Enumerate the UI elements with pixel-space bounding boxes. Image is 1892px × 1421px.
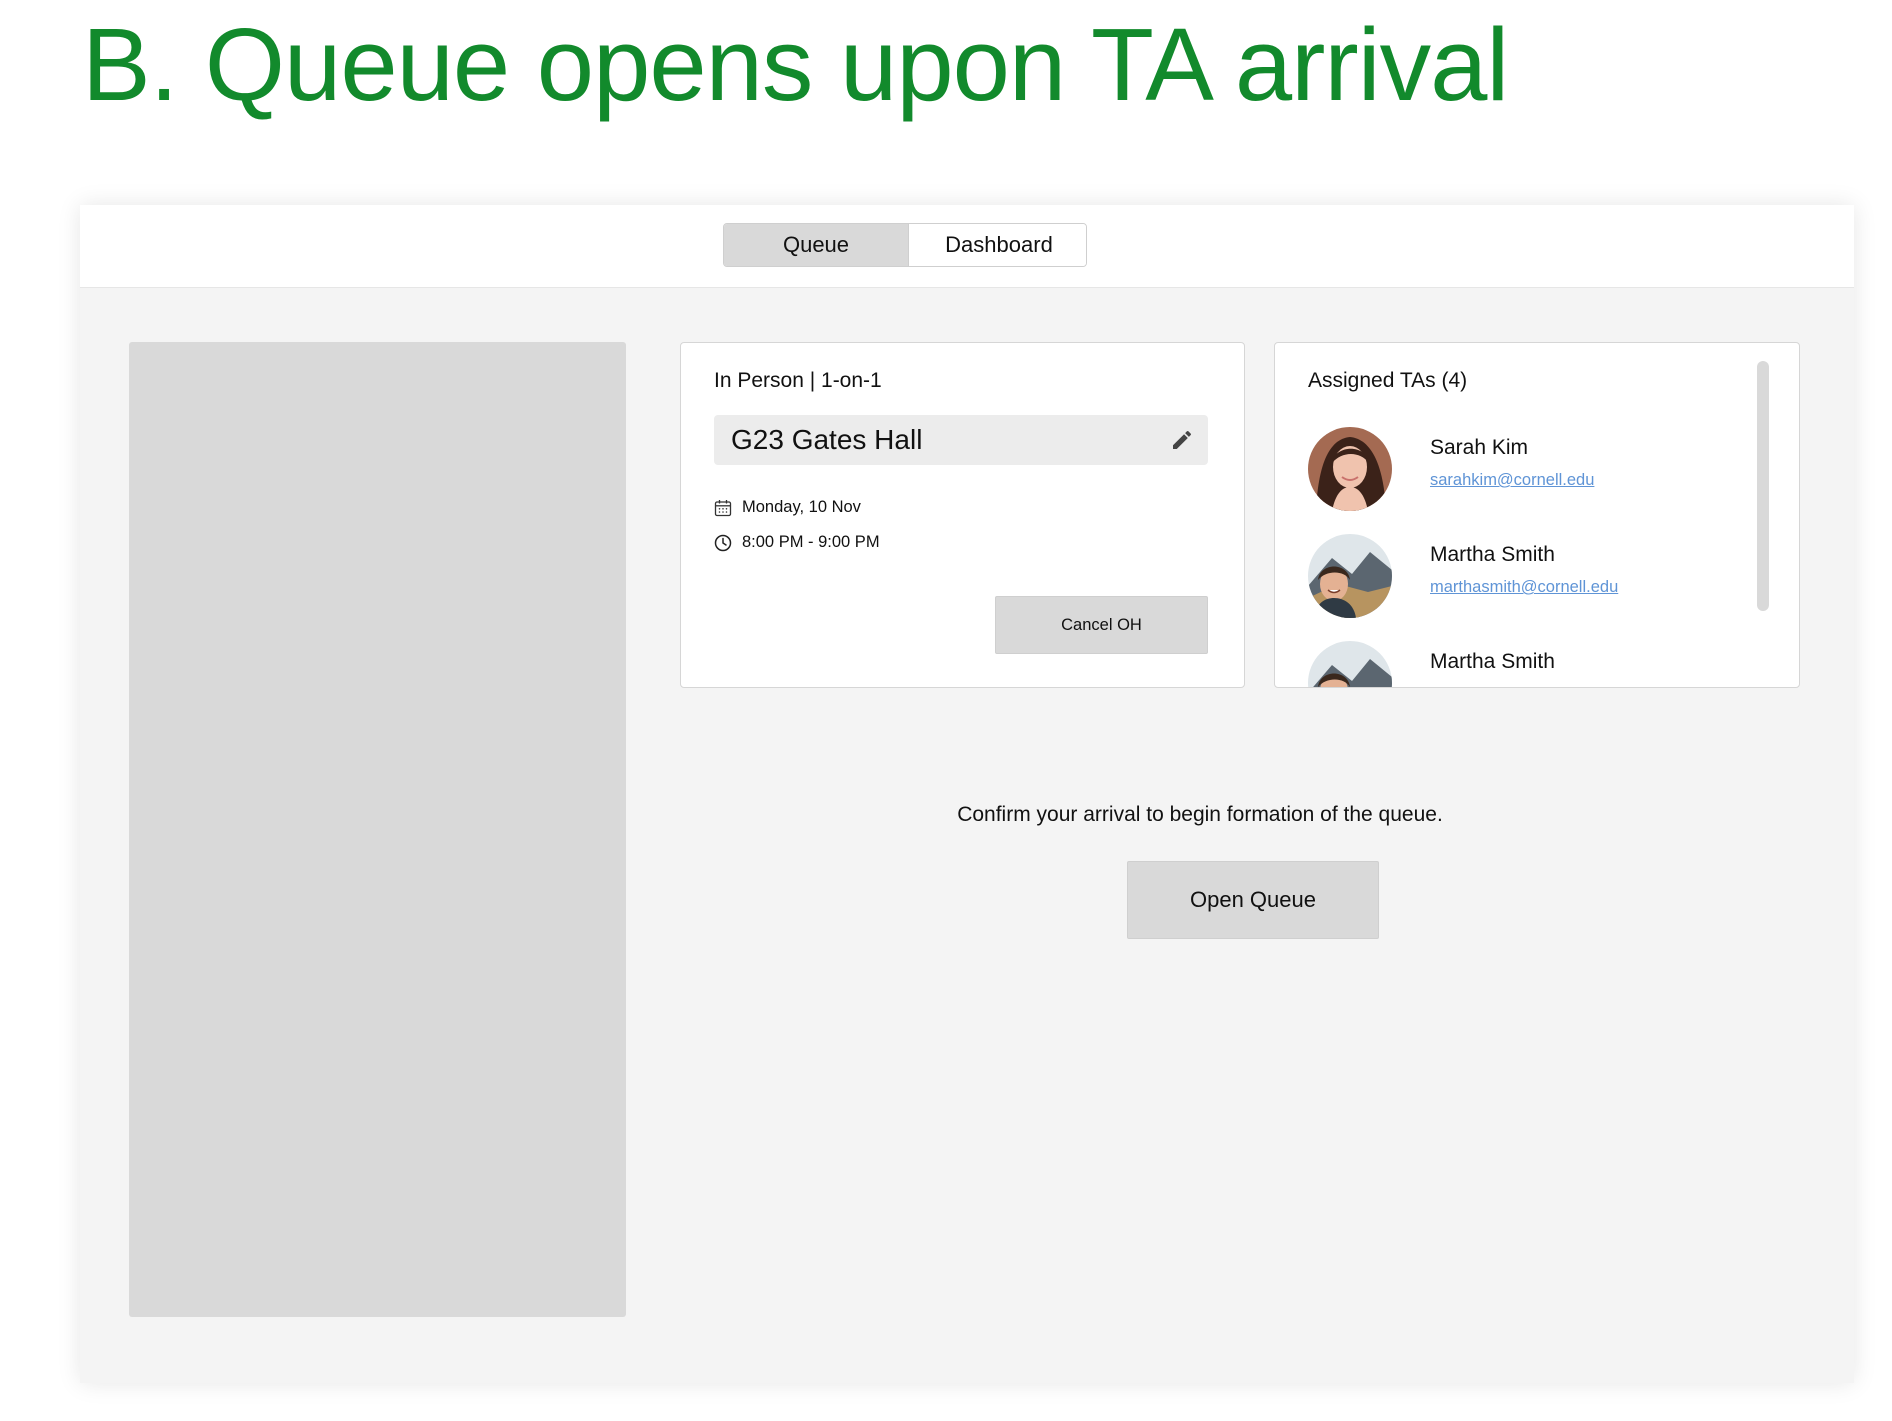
ta-name: Martha Smith (1430, 543, 1555, 566)
ta-email-link[interactable]: marthasmith@cornell.edu (1430, 578, 1618, 597)
app-frame: Queue Dashboard In Person | 1-on-1 G23 G… (80, 205, 1854, 1383)
cancel-oh-button[interactable]: Cancel OH (995, 596, 1208, 654)
calendar-icon (714, 499, 732, 517)
ta-name: Martha Smith (1430, 650, 1555, 673)
avatar (1308, 641, 1392, 687)
ta-list: Sarah Kim sarahkim@cornell.edu Martha Sm… (1308, 427, 1728, 687)
oh-date-row: Monday, 10 Nov (714, 498, 861, 517)
office-hours-card: In Person | 1-on-1 G23 Gates Hall Monday… (680, 342, 1245, 688)
ta-list-scrollbar[interactable] (1757, 361, 1769, 611)
oh-time-row: 8:00 PM - 9:00 PM (714, 533, 880, 552)
top-bar: Queue Dashboard (80, 205, 1854, 288)
confirm-arrival-message: Confirm your arrival to begin formation … (957, 803, 1443, 826)
page: B. Queue opens upon TA arrival Queue Das… (0, 0, 1892, 1421)
oh-date: Monday, 10 Nov (742, 498, 861, 516)
clock-icon (714, 534, 732, 552)
slide-heading: B. Queue opens upon TA arrival (82, 7, 1509, 122)
queue-list-placeholder (129, 342, 626, 1317)
location-value: G23 Gates Hall (731, 424, 923, 455)
oh-time: 8:00 PM - 9:00 PM (742, 533, 880, 551)
ta-email-link[interactable]: sarahkim@cornell.edu (1430, 471, 1594, 490)
tab-queue[interactable]: Queue (724, 224, 908, 266)
ta-item: Martha Smith (1308, 641, 1728, 687)
location-field[interactable]: G23 Gates Hall (714, 415, 1208, 465)
assigned-tas-card: Assigned TAs (4) Sarah Kim sarahkim@corn… (1274, 342, 1800, 688)
ta-name: Sarah Kim (1430, 436, 1529, 459)
assigned-tas-title: Assigned TAs (4) (1308, 369, 1468, 392)
avatar (1308, 534, 1392, 618)
pencil-icon[interactable] (1170, 428, 1194, 452)
open-queue-button[interactable]: Open Queue (1127, 861, 1379, 939)
ta-item: Sarah Kim sarahkim@cornell.edu (1308, 427, 1728, 534)
ta-item: Martha Smith marthasmith@cornell.edu (1308, 534, 1728, 641)
tab-dashboard[interactable]: Dashboard (908, 224, 1086, 266)
oh-mode-label: In Person | 1-on-1 (714, 369, 882, 392)
view-switcher: Queue Dashboard (723, 223, 1087, 267)
avatar (1308, 427, 1392, 511)
